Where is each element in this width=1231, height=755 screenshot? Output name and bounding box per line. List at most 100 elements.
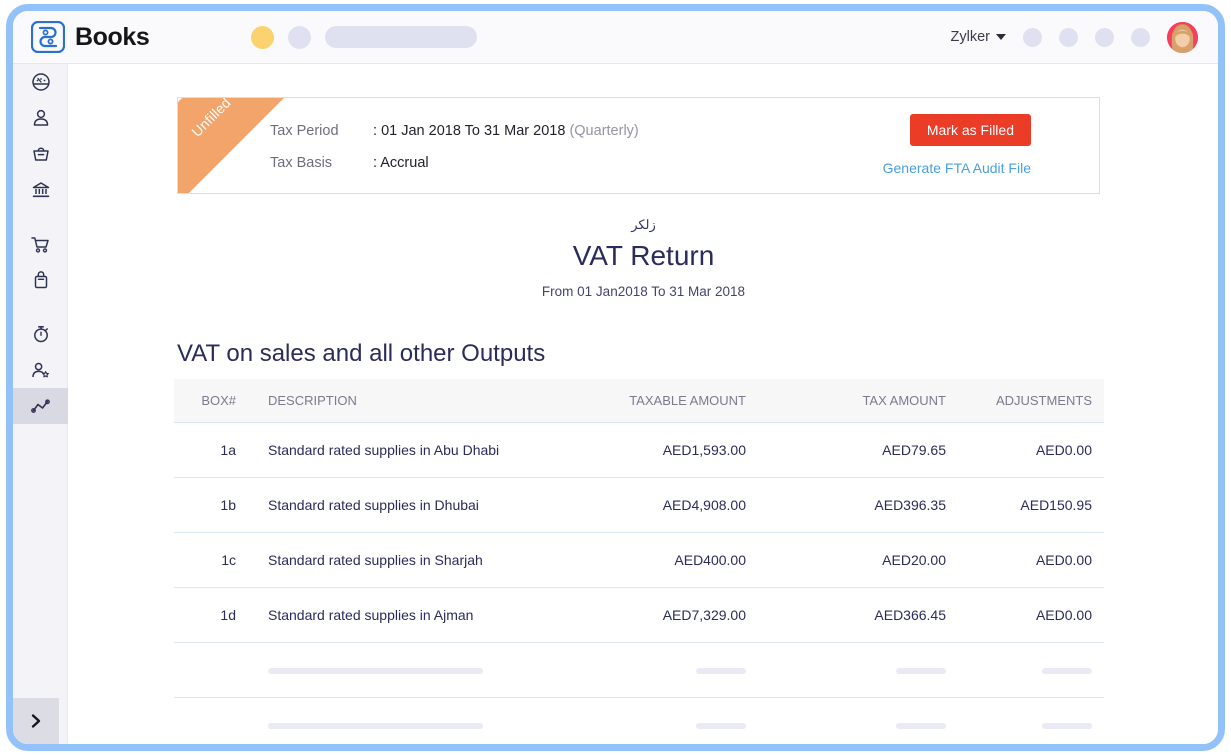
person-icon [31, 108, 51, 128]
cell-tax-amount: AED396.35 [746, 478, 946, 533]
chevron-down-icon [996, 34, 1006, 40]
cell-adjustments: AED0.00 [946, 533, 1104, 588]
sidebar-expand-button[interactable] [13, 698, 59, 744]
skeleton-bar [1042, 668, 1092, 674]
tax-period-value: 01 Jan 2018 To 31 Mar 2018 [381, 123, 565, 139]
cell-tax-amount: AED20.00 [746, 533, 946, 588]
basket-icon [31, 144, 51, 164]
header-icon-2[interactable] [1059, 28, 1078, 47]
cell-description: Standard rated supplies in Dhubai [246, 478, 531, 533]
shopping-cart-icon [30, 234, 51, 255]
cell-taxable-amount: AED1,593.00 [531, 423, 746, 478]
cell-taxable-amount: AED400.00 [531, 533, 746, 588]
browser-window-frame: Books Zylker [6, 4, 1225, 751]
vat-outputs-table: BOX# DESCRIPTION TAXABLE AMOUNT TAX AMOU… [174, 379, 1104, 744]
stopwatch-icon [31, 324, 51, 344]
cell-box-placeholder [174, 698, 246, 745]
section-heading: VAT on sales and all other Outputs [177, 340, 545, 368]
cell-box: 1d [174, 588, 246, 643]
gauge-dashboard-icon [31, 72, 51, 92]
sidebar-item-reports[interactable] [13, 388, 68, 424]
skeleton-bar [1042, 723, 1092, 729]
tax-basis-value: Accrual [380, 155, 428, 171]
mark-as-filled-button[interactable]: Mark as Filled [910, 114, 1031, 146]
tax-basis-row: Tax Basis : Accrual [270, 155, 429, 171]
header-icon-1[interactable] [1023, 28, 1042, 47]
cell-adjustments-placeholder [946, 698, 1104, 745]
sidebar-item-customers[interactable] [13, 100, 68, 136]
app-header: Books Zylker [13, 11, 1218, 64]
column-header-box: BOX# [174, 379, 246, 423]
report-date-range: From 01 Jan2018 To 31 Mar 2018 [69, 284, 1218, 299]
cell-taxable-amount: AED4,908.00 [531, 478, 746, 533]
table-body: 1a Standard rated supplies in Abu Dhabi … [174, 423, 1104, 745]
cell-description: Standard rated supplies in Abu Dhabi [246, 423, 531, 478]
skeleton-bar [896, 668, 946, 674]
table-row[interactable]: 1c Standard rated supplies in Sharjah AE… [174, 533, 1104, 588]
cell-tax-amount-placeholder [746, 643, 946, 698]
header-center-group [251, 26, 477, 49]
tax-return-status-card: Unfilled Tax Period : 01 Jan 2018 To 31 … [177, 97, 1100, 194]
tax-basis-label: Tax Basis [270, 155, 373, 171]
skeleton-bar [896, 723, 946, 729]
cell-description: Standard rated supplies in Sharjah [246, 533, 531, 588]
person-star-icon [30, 360, 51, 381]
cell-tax-amount: AED79.65 [746, 423, 946, 478]
header-right-group: Zylker [951, 22, 1198, 53]
cell-box: 1b [174, 478, 246, 533]
yellow-status-dot-icon[interactable] [251, 26, 274, 49]
sidebar-item-banking[interactable] [13, 172, 68, 208]
cell-taxable-amount-placeholder [531, 643, 746, 698]
cell-box-placeholder [174, 643, 246, 698]
table-row[interactable]: 1a Standard rated supplies in Abu Dhabi … [174, 423, 1104, 478]
app-logo-block[interactable]: Books [31, 21, 149, 53]
user-avatar-icon [1167, 22, 1198, 53]
gray-placeholder-dot-icon[interactable] [288, 26, 311, 49]
search-input[interactable] [325, 26, 477, 48]
cell-tax-amount-placeholder [746, 698, 946, 745]
cell-adjustments: AED0.00 [946, 423, 1104, 478]
skeleton-bar [268, 668, 483, 674]
table-header-row: BOX# DESCRIPTION TAXABLE AMOUNT TAX AMOU… [174, 379, 1104, 423]
cell-taxable-amount-placeholder [531, 698, 746, 745]
cell-adjustments: AED0.00 [946, 588, 1104, 643]
shopping-bag-icon [31, 270, 51, 290]
organization-switcher[interactable]: Zylker [951, 29, 1006, 45]
table-row-placeholder [174, 643, 1104, 698]
generate-fta-audit-file-link[interactable]: Generate FTA Audit File [883, 160, 1031, 176]
sidebar-item-items[interactable] [13, 136, 68, 172]
table-row[interactable]: 1b Standard rated supplies in Dhubai AED… [174, 478, 1104, 533]
cell-box: 1a [174, 423, 246, 478]
left-sidebar [13, 64, 68, 744]
cell-description-placeholder [246, 698, 531, 745]
cell-taxable-amount: AED7,329.00 [531, 588, 746, 643]
table-row[interactable]: 1d Standard rated supplies in Ajman AED7… [174, 588, 1104, 643]
skeleton-bar [696, 723, 746, 729]
sidebar-item-accountant[interactable] [13, 352, 68, 388]
tax-period-row: Tax Period : 01 Jan 2018 To 31 Mar 2018 … [270, 123, 639, 139]
cell-box: 1c [174, 533, 246, 588]
tax-period-frequency: (Quarterly) [569, 123, 638, 139]
cell-description-placeholder [246, 643, 531, 698]
sidebar-item-time-tracking[interactable] [13, 316, 68, 352]
skeleton-bar [696, 668, 746, 674]
status-badge: Unfilled [177, 97, 286, 194]
main-content: Unfilled Tax Period : 01 Jan 2018 To 31 … [69, 65, 1218, 744]
table-header: BOX# DESCRIPTION TAXABLE AMOUNT TAX AMOU… [174, 379, 1104, 423]
cell-description: Standard rated supplies in Ajman [246, 588, 531, 643]
bank-icon [31, 180, 51, 200]
chevron-right-icon [27, 712, 45, 730]
skeleton-bar [268, 723, 483, 729]
status-badge-label: Unfilled [188, 97, 233, 140]
header-icon-4[interactable] [1131, 28, 1150, 47]
page-title: VAT Return [69, 240, 1218, 272]
sidebar-item-sales[interactable] [13, 226, 68, 262]
report-header: زلكر VAT Return From 01 Jan2018 To 31 Ma… [69, 217, 1218, 299]
header-icon-3[interactable] [1095, 28, 1114, 47]
sidebar-item-dashboard[interactable] [13, 64, 68, 100]
cell-tax-amount: AED366.45 [746, 588, 946, 643]
sidebar-item-purchases[interactable] [13, 262, 68, 298]
avatar[interactable] [1167, 22, 1198, 53]
report-arabic-title: زلكر [69, 217, 1218, 233]
tax-basis-separator: : [373, 155, 377, 171]
